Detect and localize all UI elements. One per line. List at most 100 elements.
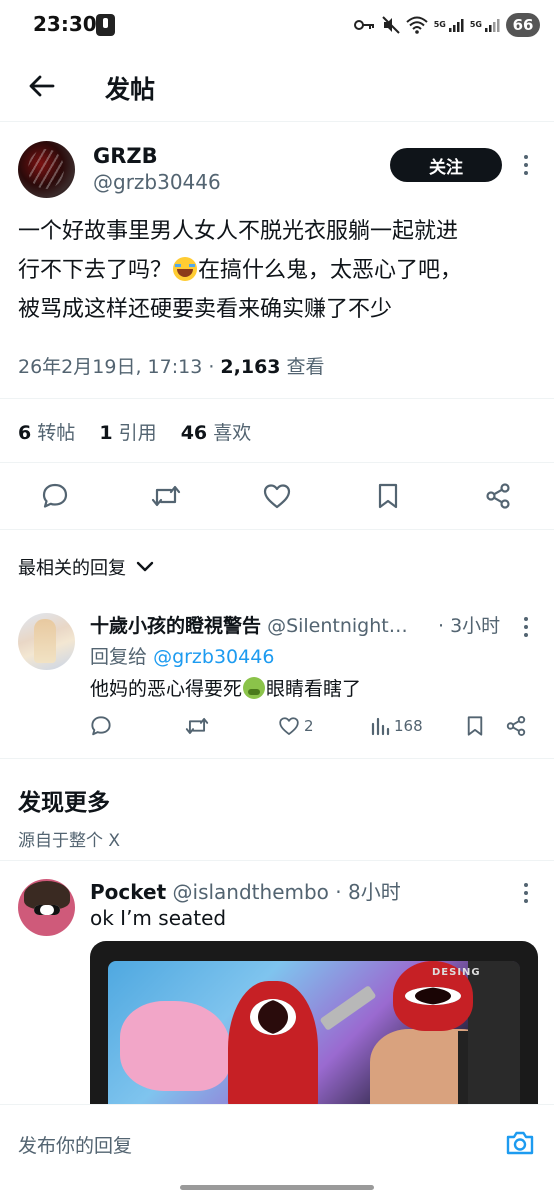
reply-bookmark-button[interactable] (465, 710, 485, 742)
laughing-emoji-icon (173, 257, 198, 281)
discover-subtitle: 源自于整个 X (18, 831, 121, 851)
post-text-line: 被骂成这样还硬要卖看来确实赚了不少 (18, 297, 393, 322)
quotes-count: 1 (99, 422, 113, 444)
bookmark-icon (467, 716, 483, 736)
camera-button[interactable] (504, 1127, 536, 1159)
media-figure (319, 985, 377, 1031)
retweet-icon (185, 717, 209, 735)
share-icon (486, 483, 510, 509)
nauseated-emoji-icon (243, 677, 266, 699)
post-text-segment: 在搞什么鬼，太恶心了吧， (198, 258, 463, 283)
follow-button[interactable]: 关注 (390, 148, 502, 182)
post-text-line: 一个好故事里男人女人不脱光衣服躺一起就进 (18, 219, 459, 244)
heart-icon (263, 484, 291, 509)
reply-views-button[interactable]: 168 (370, 710, 423, 742)
bookmark-icon (378, 483, 398, 509)
suggested-post-author-name[interactable]: Pocket (90, 880, 166, 904)
reply-views-count: 168 (394, 717, 423, 735)
arrow-left-icon (29, 75, 55, 97)
author-name[interactable]: GRZB (93, 144, 158, 168)
reply-more-options-button[interactable] (516, 614, 536, 642)
media-figure (468, 961, 520, 1121)
suggested-post-media[interactable]: DESING (90, 941, 538, 1121)
post-text: 一个好故事里男人女人不脱光衣服躺一起就进 行不下去了吗？ 在搞什么鬼，太恶心了吧，… (18, 212, 538, 329)
reply-text-segment: 他妈的恶心得要死 (90, 678, 243, 700)
divider (0, 860, 554, 861)
suggested-post-time: · 8小时 (335, 880, 401, 904)
reply-button[interactable] (34, 475, 76, 517)
heart-icon (279, 717, 299, 735)
reply-composer: 发布你的回复 (0, 1104, 554, 1176)
more-vertical-icon (516, 880, 536, 903)
home-indicator (180, 1185, 374, 1190)
reply-text-segment: 眼睛看瞎了 (266, 678, 362, 700)
reply-to-handle-link[interactable]: @grzb30446 (153, 646, 274, 668)
status-icons: 5G 5G 66 (353, 12, 540, 38)
top-bar: 发帖 (0, 52, 554, 122)
network-type-label: 5G (433, 20, 446, 29)
share-icon (506, 716, 526, 736)
author-avatar[interactable] (18, 141, 75, 198)
reply-header: 十歲小孩的瞪視警告 @Silentnight… (90, 611, 498, 638)
suggested-post-text: ok I’m seated (90, 906, 227, 930)
chevron-down-icon (136, 561, 154, 572)
quotes-stat[interactable]: 1 引用 (99, 422, 156, 444)
key-icon (353, 20, 374, 30)
reply-comment-button[interactable] (90, 710, 112, 742)
battery-indicator: 66 (506, 13, 540, 37)
more-options-button[interactable] (516, 152, 536, 180)
suggested-post-more-options-button[interactable] (516, 880, 536, 908)
reply-actions: 2 168 (0, 710, 554, 744)
views-count: 2,163 (220, 356, 281, 378)
engagement-stats: 6 转帖 1 引用 46 喜欢 (18, 418, 269, 445)
likes-count: 46 (180, 422, 208, 444)
reply-like-button[interactable]: 2 (278, 710, 314, 742)
status-bar: 23:30 5G 5G 66 (0, 0, 554, 52)
signal-icon (485, 19, 500, 32)
post-meta: 26年2月19日, 17:13 · 2,163 查看 (18, 352, 325, 379)
post-text-segment: 行不下去了吗？ (18, 258, 173, 283)
suggested-post-avatar[interactable] (18, 879, 75, 936)
author-handle[interactable]: @grzb30446 (93, 170, 221, 194)
retweets-count: 6 (18, 422, 32, 444)
quotes-label: 引用 (118, 422, 157, 444)
reply-avatar[interactable] (18, 613, 75, 670)
mute-icon (382, 16, 400, 34)
reply-retweet-button[interactable] (185, 710, 209, 742)
reply-to: 回复给 @grzb30446 (90, 642, 274, 669)
suggested-post-author-handle[interactable]: @islandthembo (173, 880, 329, 904)
signal-icon (448, 19, 464, 32)
notification-icon (96, 14, 115, 36)
status-time: 23:30 (33, 12, 97, 36)
page-title: 发帖 (105, 75, 156, 104)
suggested-post-header: Pocket @islandthembo · 8小时 (90, 876, 401, 905)
reply-input[interactable]: 发布你的回复 (18, 1131, 132, 1158)
divider (0, 758, 554, 759)
retweets-label: 转帖 (37, 422, 76, 444)
analytics-icon (371, 717, 390, 736)
comment-icon (91, 716, 111, 736)
comment-icon (42, 483, 68, 508)
retweets-stat[interactable]: 6 转帖 (18, 422, 75, 444)
media-figure (120, 1001, 230, 1091)
camera-icon (506, 1131, 534, 1155)
reply-time: · 3小时 (438, 615, 501, 637)
reply-text: 他妈的恶心得要死 眼睛看瞎了 (90, 674, 361, 701)
network-type-label: 5G (469, 20, 482, 29)
reply-share-button[interactable] (505, 710, 527, 742)
media-brand-text: DESING (432, 967, 481, 978)
retweet-button[interactable] (145, 475, 187, 517)
bookmark-button[interactable] (367, 475, 409, 517)
reply-author-name[interactable]: 十歲小孩的瞪視警告 (90, 615, 261, 637)
media-figure (228, 981, 318, 1121)
reply-author-handle[interactable]: @Silentnight… (267, 615, 408, 637)
replies-sort-dropdown[interactable]: 最相关的回复 (18, 554, 154, 580)
back-button[interactable] (22, 66, 62, 106)
reply-like-count: 2 (304, 717, 314, 735)
divider (0, 398, 554, 399)
likes-stat[interactable]: 46 喜欢 (181, 422, 252, 444)
divider (0, 529, 554, 530)
share-button[interactable] (477, 475, 519, 517)
post-actions (0, 475, 554, 517)
like-button[interactable] (256, 475, 298, 517)
